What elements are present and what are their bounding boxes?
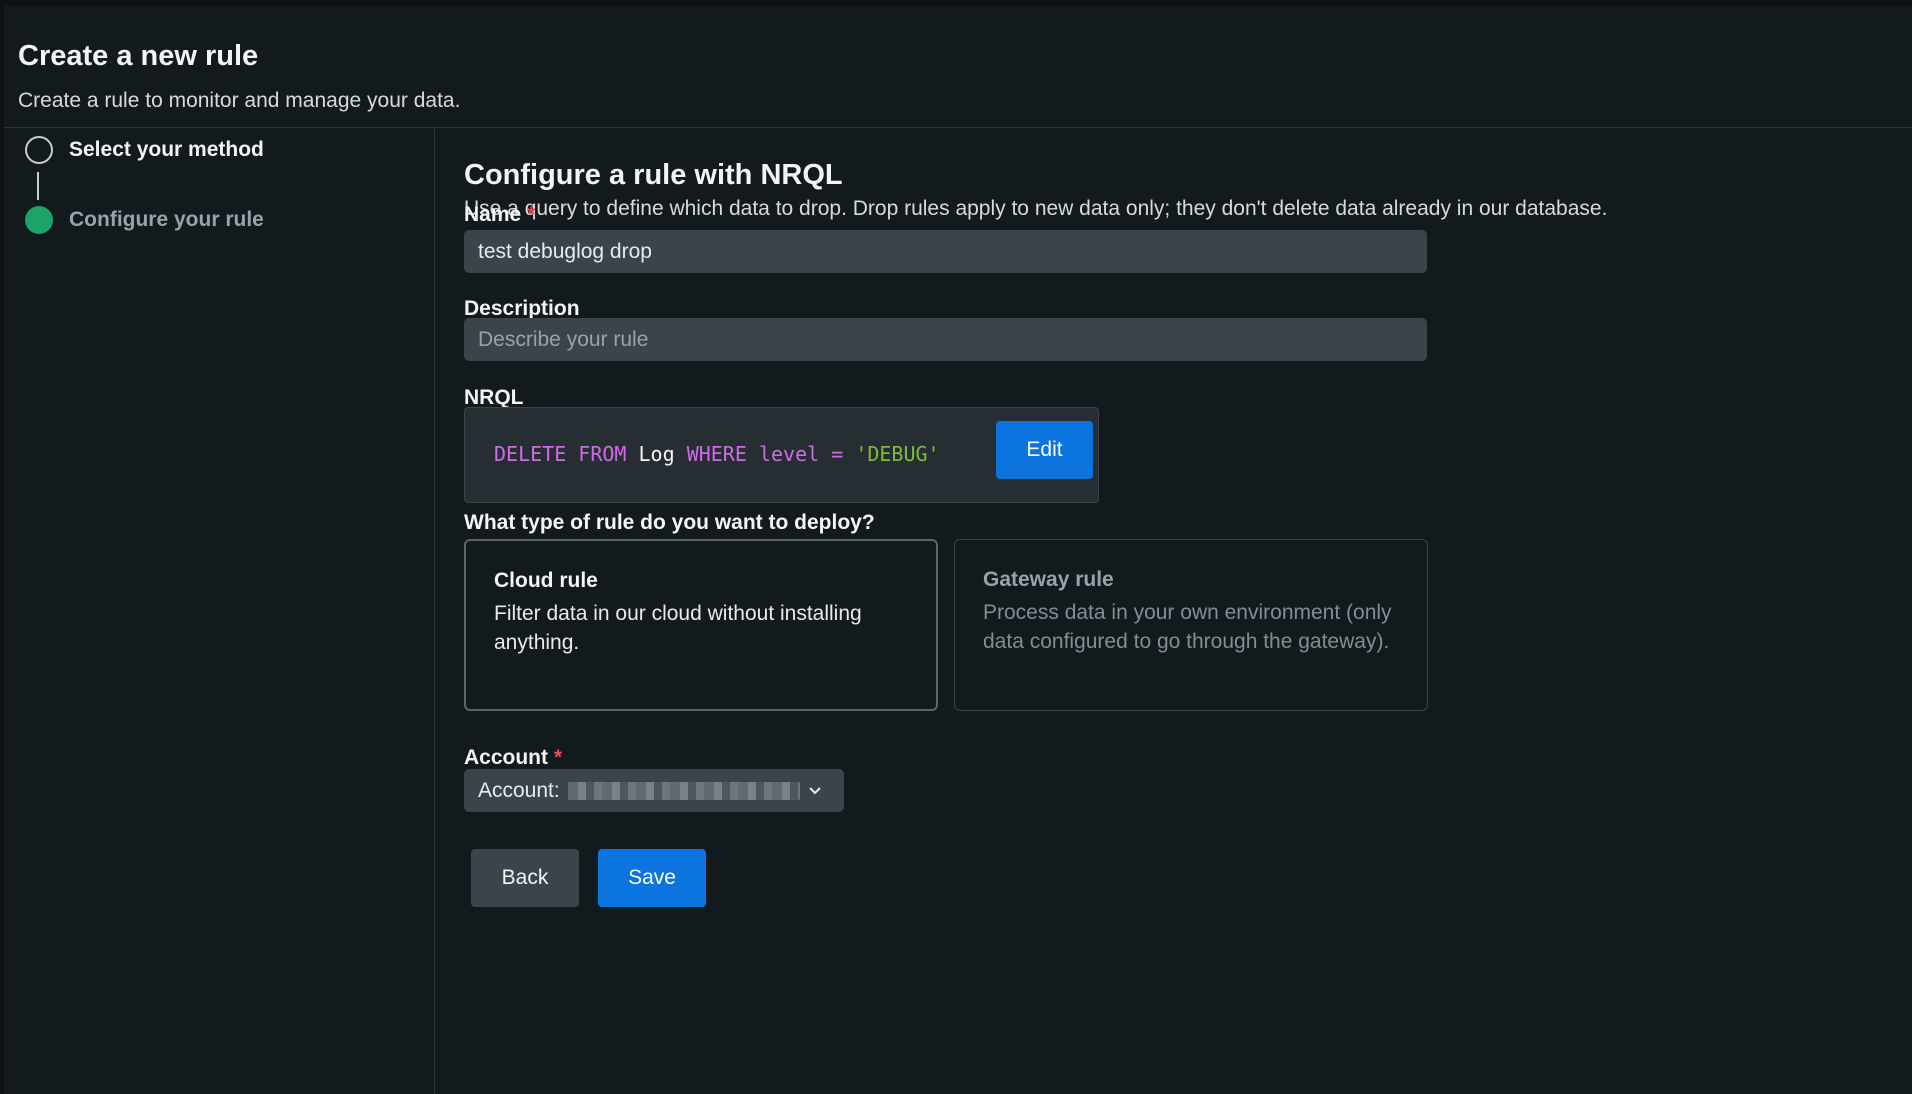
step-current-icon <box>25 206 53 234</box>
nrql-field: level <box>758 442 820 466</box>
nrql-keyword: FROM <box>578 442 627 466</box>
nrql-table: Log <box>638 442 675 466</box>
card-title: Gateway rule <box>983 568 1114 591</box>
required-marker: * <box>527 203 536 226</box>
back-button[interactable]: Back <box>471 849 579 907</box>
step-complete-icon <box>25 136 53 164</box>
rule-type-question: What type of rule do you want to deploy? <box>464 511 875 534</box>
chevron-down-icon <box>808 786 822 796</box>
name-input[interactable]: test debuglog drop <box>464 230 1427 273</box>
name-input-value: test debuglog drop <box>478 239 652 263</box>
section-description: Use a query to define which data to drop… <box>464 197 1608 220</box>
card-description: Process data in your own environment (on… <box>983 601 1392 653</box>
step-select-method[interactable]: Select your method <box>25 136 264 164</box>
save-button[interactable]: Save <box>598 849 706 907</box>
step-connector <box>37 172 39 200</box>
page-header: Create a new rule Create a rule to monit… <box>4 6 1912 128</box>
cloud-rule-option[interactable]: Cloud rule Filter data in our cloud with… <box>464 539 938 711</box>
rule-creation-page: Create a new rule Create a rule to monit… <box>4 6 1912 1094</box>
edit-query-button[interactable]: Edit <box>996 421 1093 479</box>
description-input[interactable]: Describe your rule <box>464 318 1427 361</box>
description-placeholder: Describe your rule <box>478 327 649 351</box>
page-title: Create a new rule <box>18 40 259 72</box>
nrql-keyword: DELETE <box>494 442 567 466</box>
card-description: Filter data in our cloud without install… <box>494 602 862 654</box>
gateway-rule-option[interactable]: Gateway rule Process data in your own en… <box>954 539 1428 711</box>
nrql-query[interactable]: DELETE FROM Log WHERE level = 'DEBUG' <box>494 442 940 466</box>
account-select[interactable]: Account: <box>464 769 844 812</box>
redacted-account-name <box>567 781 800 800</box>
step-configure-rule[interactable]: Configure your rule <box>25 206 264 234</box>
steps-sidebar: Select your method Configure your rule <box>4 129 435 1094</box>
required-marker: * <box>554 746 563 769</box>
page-subtitle: Create a rule to monitor and manage your… <box>18 89 461 112</box>
step-label: Select your method <box>69 138 264 161</box>
account-label: Account * <box>464 746 563 769</box>
account-prefix: Account: <box>478 778 560 802</box>
section-title: Configure a rule with NRQL <box>464 159 843 191</box>
nrql-operator: = <box>831 442 844 466</box>
nrql-string: 'DEBUG' <box>855 442 940 466</box>
step-label: Configure your rule <box>69 208 264 231</box>
card-title: Cloud rule <box>494 569 598 592</box>
nrql-keyword: WHERE <box>686 442 747 466</box>
name-label: Name * <box>464 203 536 226</box>
